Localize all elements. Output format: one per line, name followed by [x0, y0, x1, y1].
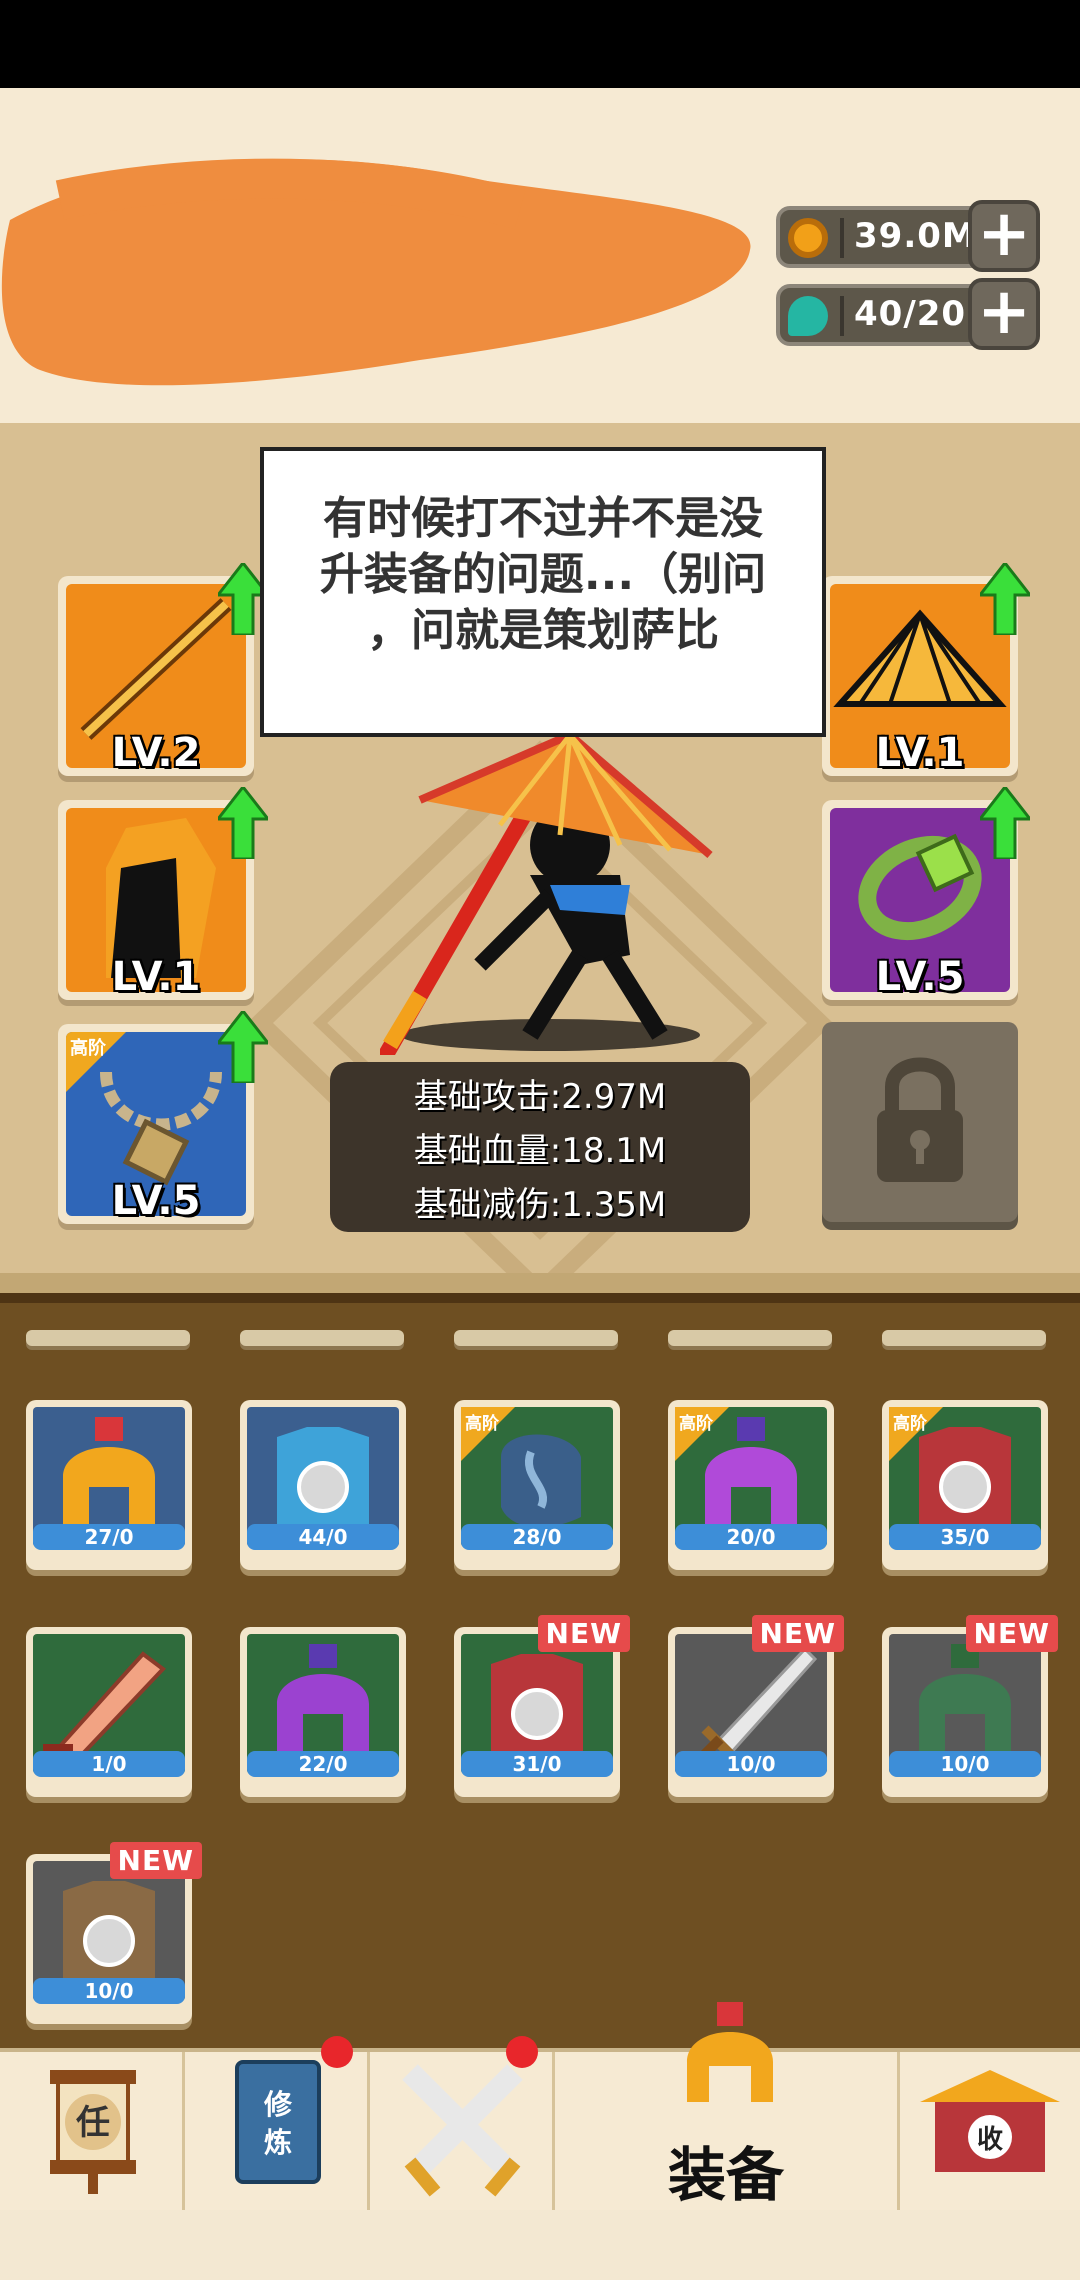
shop-icon: 收	[920, 2070, 1060, 2172]
book-icon: 修 炼	[235, 2060, 321, 2184]
task-glyph: 任	[76, 2103, 110, 2143]
inventory-item[interactable]: NEW 10/0	[26, 1842, 202, 2024]
tip-line-3: ，问就是策划萨比	[367, 605, 719, 656]
inventory-item[interactable]: 27/0	[26, 1400, 192, 1570]
svg-text:炼: 炼	[264, 2126, 292, 2159]
item-count: 10/0	[889, 1751, 1041, 1777]
item-count: 10/0	[675, 1751, 827, 1777]
base-stats-panel: 基础攻击:2.97M 基础血量:18.1M 基础减伤:1.35M	[330, 1062, 750, 1232]
inventory-tab-4[interactable]	[668, 1330, 832, 1346]
slot-level: LV.1	[875, 730, 965, 776]
advanced-badge-label: 高阶	[679, 1414, 713, 1434]
energy-drop-icon	[788, 296, 828, 336]
slot-level: LV.5	[875, 954, 965, 1000]
upgrade-arrow-icon	[980, 787, 1030, 859]
notification-dot	[506, 2036, 538, 2068]
add-coins-button[interactable]: +	[968, 200, 1040, 272]
slot-level: LV.2	[111, 730, 201, 776]
inventory-item[interactable]: 1/0	[26, 1627, 192, 1797]
energy-counter: 40/20 +	[776, 278, 1040, 350]
inventory-item[interactable]: 高阶 28/0	[454, 1400, 620, 1570]
stat-reduction: 基础减伤:1.35M	[413, 1185, 667, 1225]
nav-equip-label: 装备	[667, 2141, 784, 2209]
helmet-icon	[687, 2002, 773, 2102]
inventory-item[interactable]: NEW 31/0	[454, 1615, 630, 1797]
new-badge: NEW	[109, 1842, 202, 1879]
upgrade-arrow-icon	[218, 787, 268, 859]
inventory-item[interactable]: 44/0	[240, 1400, 406, 1570]
inventory-item[interactable]: 高阶 35/0	[882, 1400, 1048, 1570]
inventory-tab-2[interactable]	[240, 1330, 404, 1346]
status-bar	[0, 0, 1080, 88]
nav-task[interactable]: 任	[0, 2052, 185, 2210]
tip-line-2: 升装备的问题...（别问	[319, 549, 767, 600]
advanced-badge-label: 高阶	[70, 1038, 106, 1059]
scroll-icon: 任	[50, 2070, 136, 2194]
advanced-badge-label: 高阶	[465, 1414, 499, 1434]
inventory-tab-5[interactable]	[882, 1330, 1046, 1346]
tip-line-1: 有时候打不过并不是没	[323, 493, 763, 544]
svg-text:修: 修	[263, 2088, 293, 2121]
stat-hp: 基础血量:18.1M	[413, 1131, 667, 1171]
add-energy-button[interactable]: +	[968, 278, 1040, 350]
collect-glyph: 收	[977, 2125, 1003, 2155]
scribble-overlay	[1, 158, 751, 386]
locked-slot[interactable]	[822, 1022, 1018, 1222]
advanced-badge-label: 高阶	[893, 1414, 927, 1434]
hero-character	[380, 735, 713, 1055]
item-count: 10/0	[33, 1978, 185, 2004]
coin-counter: 39.0M +	[776, 200, 1040, 272]
system-nav-area	[0, 2210, 1080, 2280]
item-count: 27/0	[33, 1524, 185, 1550]
tip-bubble: 有时候打不过并不是没 升装备的问题...（别问 ，问就是策划萨比	[260, 447, 826, 737]
nav-equip[interactable]: 装备	[555, 2002, 900, 2210]
item-count: 35/0	[889, 1524, 1041, 1550]
inventory-item[interactable]: NEW 10/0	[668, 1615, 844, 1797]
new-badge: NEW	[537, 1615, 630, 1652]
item-count: 31/0	[461, 1751, 613, 1777]
item-count: 28/0	[461, 1524, 613, 1550]
item-count: 44/0	[247, 1524, 399, 1550]
crossed-swords-icon	[402, 2064, 523, 2197]
lock-icon	[877, 1057, 963, 1182]
item-count: 22/0	[247, 1751, 399, 1777]
nav-battle[interactable]	[370, 2036, 555, 2210]
nav-collect[interactable]: 收	[900, 2052, 1080, 2210]
stat-attack: 基础攻击:2.97M	[413, 1077, 667, 1117]
inventory-tab-1[interactable]	[26, 1330, 190, 1346]
nav-cultivate[interactable]: 修 炼	[185, 2036, 370, 2210]
item-count: 1/0	[33, 1751, 185, 1777]
inventory-tab-3[interactable]	[454, 1330, 618, 1346]
new-badge: NEW	[751, 1615, 844, 1652]
inventory-item[interactable]: 高阶 20/0	[668, 1400, 834, 1570]
upgrade-arrow-icon	[218, 1011, 268, 1083]
inventory-item[interactable]: 22/0	[240, 1627, 406, 1797]
new-badge: NEW	[965, 1615, 1058, 1652]
upgrade-arrow-icon	[980, 563, 1030, 635]
notification-dot	[321, 2036, 353, 2068]
inventory-item[interactable]: NEW 10/0	[882, 1615, 1058, 1797]
item-count: 20/0	[675, 1524, 827, 1550]
slot-level: LV.5	[111, 1178, 201, 1224]
coin-icon	[788, 218, 828, 258]
energy-value: 40/20	[854, 294, 967, 334]
slot-level: LV.1	[111, 954, 201, 1000]
coin-value: 39.0M	[854, 216, 977, 256]
